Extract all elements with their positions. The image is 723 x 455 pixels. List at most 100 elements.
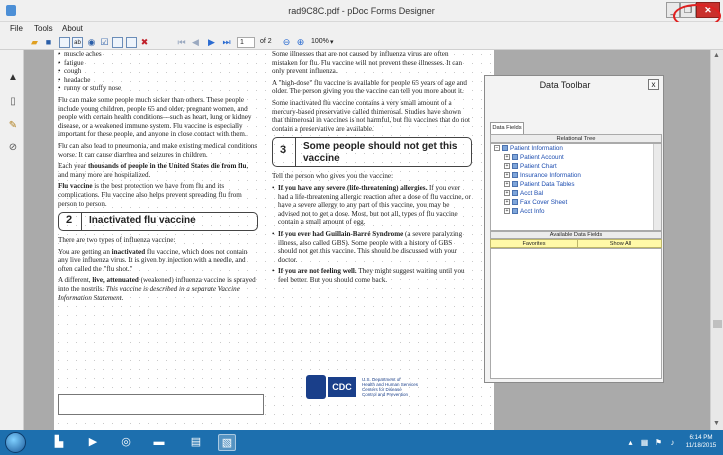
text-field-tool-icon[interactable] <box>59 37 70 48</box>
tree-item[interactable]: + Patient Chart <box>504 162 557 171</box>
label-tool-icon[interactable]: ab <box>72 37 83 48</box>
show-all-button[interactable]: Show All <box>577 240 663 248</box>
zoom-in-icon[interactable]: ⊕ <box>295 37 306 48</box>
flag-icon[interactable]: ⚑ <box>654 438 663 447</box>
cdc-wordmark: CDC <box>328 377 356 397</box>
paragraph: Each year thousands of people in the Uni… <box>58 162 249 179</box>
delete-icon[interactable]: ✖ <box>139 37 150 48</box>
tab-data-fields[interactable]: Data Fields <box>490 122 524 134</box>
panel-close-button[interactable]: x <box>648 79 659 90</box>
clock-date: 11/18/2015 <box>685 442 717 449</box>
forms-designer-task-icon[interactable]: ▧ <box>218 434 236 451</box>
server-manager-icon[interactable]: ▙ <box>50 434 68 451</box>
expand-icon: + <box>504 163 510 170</box>
list-item: cough <box>58 67 258 76</box>
collapse-icon: − <box>494 145 500 152</box>
expand-icon: + <box>504 154 510 161</box>
powershell-icon[interactable]: ▶ <box>84 434 102 451</box>
menu-file[interactable]: File <box>10 24 23 33</box>
window-title: rad9C8C.pdf - pDoc Forms Designer <box>288 6 435 16</box>
checkbox-tool-icon[interactable]: ☑ <box>99 37 110 48</box>
table-icon <box>512 181 518 188</box>
page-icon[interactable]: ▯ <box>7 96 19 108</box>
list-item: runny or stuffy nose <box>58 84 258 93</box>
form-text-field[interactable] <box>58 394 264 415</box>
tree-scrollbar[interactable] <box>653 144 661 230</box>
left-tool-strip: ▲ ▯ ✎ ⊘ <box>0 50 24 430</box>
scroll-thumb[interactable] <box>713 320 722 328</box>
zoom-level[interactable]: 100% <box>311 38 329 45</box>
vertical-scrollbar[interactable]: ▲ ▼ <box>710 50 723 430</box>
expand-icon: + <box>504 190 510 197</box>
pencil-icon[interactable]: ✎ <box>7 120 19 132</box>
taskbar: ▙ ▶ ◎ ▬ ▤ ▧ ▴ ▦ ⚑ ♪ 6:14 PM 11/18/2015 <box>0 430 723 455</box>
radio-tool-icon[interactable]: ◉ <box>86 37 97 48</box>
list-item: If you ever had Guillain-Barré Syndrome … <box>272 230 472 264</box>
list-item: muscle aches <box>58 50 258 59</box>
tree-item[interactable]: + Patient Data Tables <box>504 180 575 189</box>
tree-item[interactable]: + Acct Bal <box>504 189 543 198</box>
section-heading: 2 Inactivated flu vaccine <box>58 212 258 232</box>
paragraph: Flu can also lead to pneumonia, and make… <box>58 141 258 159</box>
hhs-eagle-icon <box>306 375 326 399</box>
expand-icon: + <box>504 172 510 179</box>
folder-icon[interactable]: ▬ <box>150 434 168 451</box>
section-title: Some people should not get this vaccine <box>303 141 458 165</box>
toolbar: ▰ ■ ab ◉ ☑ ✖ ⏮ ◀ ▶ ⏭ 1 of 2 ⊖ ⊕ 100% ▾ <box>0 36 723 50</box>
previous-page-icon[interactable]: ◀ <box>190 37 201 48</box>
panel-title: Data Toolbar <box>539 80 591 90</box>
list-item: fatigue <box>58 59 258 68</box>
paragraph: A "high-dose" flu vaccine is available f… <box>272 78 467 96</box>
clock-time: 6:14 PM <box>689 434 713 441</box>
ie-icon[interactable]: ◎ <box>117 434 135 451</box>
paragraph: Some inactivated flu vaccine contains a … <box>272 98 470 133</box>
scroll-down-icon[interactable]: ▼ <box>713 420 720 427</box>
clock[interactable]: 6:14 PM 11/18/2015 <box>682 434 720 450</box>
paragraph: Tell the person who gives you the vaccin… <box>272 172 394 181</box>
table-icon <box>512 172 518 179</box>
last-page-icon[interactable]: ⏭ <box>221 37 232 48</box>
menu-about[interactable]: About <box>62 24 83 33</box>
tree-item[interactable]: + Patient Account <box>504 153 564 162</box>
expand-icon: + <box>504 181 510 188</box>
table-icon <box>512 190 518 197</box>
available-fields-list[interactable] <box>490 248 662 379</box>
hhs-text: U.S. Department of Health and Human Serv… <box>362 377 419 397</box>
section-heading: 3 Some people should not get this vaccin… <box>272 137 472 168</box>
section-title: Inactivated flu vaccine <box>89 215 196 227</box>
start-button[interactable] <box>5 432 26 453</box>
favorites-button[interactable]: Favorites <box>491 240 577 248</box>
paragraph: You are getting an inactivated flu vacci… <box>58 247 248 273</box>
favorites-bar: Favorites Show All <box>490 239 662 248</box>
list-item: If you have any severe (life-threatening… <box>272 184 472 227</box>
tree-item[interactable]: + Acct Info <box>504 207 545 216</box>
scroll-up-icon[interactable]: ▲ <box>713 52 720 59</box>
list-tool-icon[interactable] <box>112 37 123 48</box>
section-number: 2 <box>66 214 73 227</box>
menu-bar: File Tools About <box>0 22 723 36</box>
next-page-icon[interactable]: ▶ <box>206 37 217 48</box>
zoom-out-icon[interactable]: ⊖ <box>281 37 292 48</box>
stamp-icon[interactable]: ▲ <box>7 72 19 84</box>
save-icon[interactable]: ■ <box>43 37 54 48</box>
tray-arrow-icon[interactable]: ▴ <box>626 438 635 447</box>
open-folder-icon[interactable]: ▰ <box>29 37 40 48</box>
paragraph: A different, live, attenuated (weakened)… <box>58 276 256 302</box>
menu-tools[interactable]: Tools <box>34 24 53 33</box>
attachment-icon[interactable]: ⊘ <box>7 142 19 154</box>
table-icon <box>512 199 518 206</box>
table-tool-icon[interactable] <box>126 37 137 48</box>
first-page-icon[interactable]: ⏮ <box>176 37 187 48</box>
tree-item[interactable]: + Fax Cover Sheet <box>504 198 567 207</box>
table-icon <box>512 163 518 170</box>
pdoc-app-icon[interactable]: ▤ <box>187 434 205 451</box>
network-icon[interactable]: ▦ <box>640 438 649 447</box>
table-icon <box>512 208 518 215</box>
page-number-input[interactable]: 1 <box>237 37 255 48</box>
available-fields-header: Available Data Fields <box>490 231 662 239</box>
volume-icon[interactable]: ♪ <box>668 438 677 447</box>
tree-item[interactable]: − Patient Information <box>494 144 563 153</box>
table-icon <box>512 154 518 161</box>
tree-item[interactable]: + Insurance Information <box>504 171 581 180</box>
zoom-dropdown-icon[interactable]: ▾ <box>330 38 334 46</box>
